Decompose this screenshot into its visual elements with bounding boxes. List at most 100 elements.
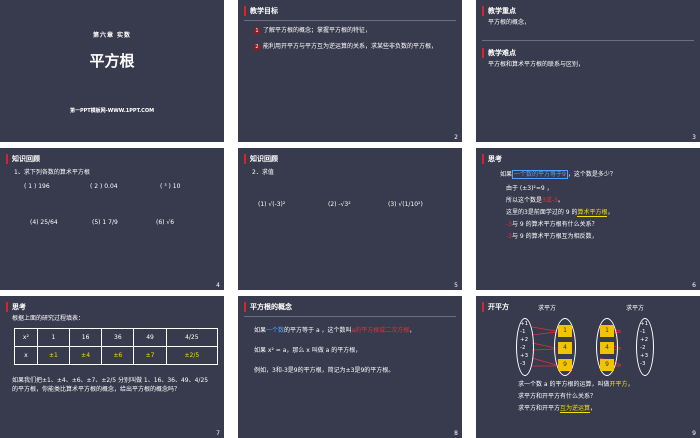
number: -1 <box>520 329 526 335</box>
text: ， <box>409 327 416 334</box>
table-cell: ±2/5 <box>165 346 219 365</box>
divider <box>244 316 456 317</box>
numbers-list-2: +1 -1 +2 -2 +3 -3 <box>640 320 648 368</box>
item-5: (5) 1 7/9 <box>92 219 118 226</box>
line-5: -3与 9 的算术平方根有什么关系？ <box>506 220 598 229</box>
result-box: 4 <box>558 342 572 354</box>
item-2: (2) -√3² <box>328 201 351 208</box>
slide-thumbnail-1[interactable]: 第六章 实数 平方根 第一PPT模板网-WWW.1PPT.COM <box>0 0 224 142</box>
slide-header: 知识回顾 <box>244 154 278 164</box>
slide-thumbnail-8[interactable]: 平方根的概念 如果一个数的平方等于 a ，这个数叫a的平方根或二次方根， 如果 … <box>238 296 462 438</box>
number: -3 <box>520 361 526 367</box>
text: ，这个数是多少？ <box>567 171 616 178</box>
line-1: 求一个数 a 的平方根的运算，叫做开平方， <box>518 380 634 389</box>
slide-header: 教学目标 <box>244 6 278 16</box>
table-cell: ±4 <box>68 346 103 365</box>
item-4: (4) 25/64 <box>30 219 58 226</box>
slide-number: 8 <box>454 430 458 437</box>
highlight: 一个数 <box>266 327 285 334</box>
highlight: 3或-3 <box>542 197 558 204</box>
slide-header: 平方根的概念 <box>244 302 292 312</box>
table-cell: 36 <box>101 328 135 347</box>
number: +3 <box>640 353 649 359</box>
text: ， <box>590 405 597 412</box>
question: 根据上面的研究过程填表： <box>12 315 85 322</box>
divider <box>482 40 694 41</box>
square-root-table: x² 1 16 36 49 4/25 x ±1 ±4 ±6 ±7 ±2/5 <box>14 328 219 365</box>
goal-1-text: 了解平方根的概念；掌握平方根的特征， <box>263 27 372 34</box>
slide-number: 2 <box>454 134 458 141</box>
item-6: (6) √6 <box>156 219 175 226</box>
result-box: 1 <box>600 325 614 337</box>
accent-bar <box>6 302 8 312</box>
example-line: 例如，3和-3是9的平方根，简记为±3是9的平方根。 <box>254 367 395 374</box>
highlight: 开平方 <box>609 381 628 388</box>
number: +2 <box>520 337 529 343</box>
text: 。 <box>557 197 564 204</box>
key-point: 平方根的概念， <box>488 19 531 26</box>
accent-bar <box>244 302 246 312</box>
line-1: 如果 一个数的平方等于9 ，这个数是多少？ <box>500 170 616 179</box>
slide-thumbnail-3[interactable]: 教学重点 平方根的概念， 教学难点 平方根和算术平方根的联系与区别， 3 <box>476 0 700 142</box>
header-text: 知识回顾 <box>12 155 40 163</box>
line-3: 所以这个数是3或-3。 <box>506 196 564 205</box>
slide-header: 思考 <box>482 154 502 164</box>
text: 这里的3是前面学过的 9 的 <box>506 209 578 216</box>
table-row: x² 1 16 36 49 4/25 <box>14 328 219 347</box>
item-1: (1) √(-3)² <box>258 201 286 208</box>
slide-number: 5 <box>454 282 458 289</box>
highlight: 互为逆运算 <box>560 405 591 413</box>
header-text: 知识回顾 <box>250 155 278 163</box>
header-text: 平方根的概念 <box>250 303 292 311</box>
slide-header-2: 教学难点 <box>482 48 516 58</box>
accent-bar <box>244 6 246 16</box>
slide-thumbnail-5[interactable]: 知识回顾 2．求值 (1) √(-3)² (2) -√3² (3) √(1/10… <box>238 148 462 290</box>
line-4: 这里的3是前面学过的 9 的算术平方根， <box>506 208 613 217</box>
text: 如果 <box>254 327 267 334</box>
table-cell: 1 <box>36 328 71 347</box>
definition: 如果一个数的平方等于 a ，这个数叫a的平方根或二次方根， <box>254 326 456 335</box>
accent-bar <box>482 48 484 58</box>
line-2: 求平方和开平方有什么关系？ <box>518 393 597 400</box>
accent-bar <box>482 154 484 164</box>
badge-1: 1 <box>254 27 260 34</box>
slide-thumbnail-9[interactable]: 开平方 求平方 求平方 +1 -1 +2 -2 +3 -3 1 4 9 1 4 … <box>476 296 700 438</box>
line-6: -3与 9 的算术平方根互为相反数， <box>506 232 598 241</box>
line-3: 求平方和开平方互为逆运算， <box>518 404 596 413</box>
number: +2 <box>640 337 649 343</box>
difficulty-point: 平方根和算术平方根的联系与区别， <box>488 61 585 68</box>
slide-thumbnail-2[interactable]: 教学目标 1 了解平方根的概念；掌握平方根的特征， 2 能利用开平方与平方互为逆运算… <box>238 0 462 142</box>
site-label: 第一PPT模板网-WWW.1PPT.COM <box>69 108 155 114</box>
accent-bar <box>6 154 8 164</box>
formula-line: 如果 x² = a，那么 x 叫做 a 的平方根， <box>254 347 362 354</box>
numbers-list-1: +1 -1 +2 -2 +3 -3 <box>520 320 528 368</box>
highlight: 算术平方根 <box>577 209 608 217</box>
slide-header: 知识回顾 <box>6 154 40 164</box>
text: 与 9 的算术平方根有什么关系？ <box>511 221 598 228</box>
slide-number: 9 <box>692 430 696 437</box>
header-text: 教学难点 <box>488 49 516 57</box>
chapter-label: 第六章 实数 <box>92 32 132 39</box>
line-2: 由于 (±3)²=9 ， <box>506 185 553 192</box>
highlight: 一个数的平方等于9 <box>512 170 568 179</box>
text: 求平方和开平方 <box>518 405 561 412</box>
table-cell: x <box>14 346 38 365</box>
table-cell: x² <box>14 328 38 347</box>
slide-number: 6 <box>692 282 696 289</box>
slide-thumbnail-6[interactable]: 思考 如果 一个数的平方等于9 ，这个数是多少？ 由于 (±3)²=9 ， 所以这个… <box>476 148 700 290</box>
slide-number: 4 <box>216 282 220 289</box>
table-cell: ±1 <box>36 346 71 365</box>
number: +1 <box>520 321 529 327</box>
slide-thumbnail-4[interactable]: 知识回顾 1、求下列各数的算术平方根 ( 1 ) 196 ( 2 ) 0.04 … <box>0 148 224 290</box>
slide-header: 思考 <box>6 302 26 312</box>
slide-thumbnail-7[interactable]: 思考 根据上面的研究过程填表： x² 1 16 36 49 4/25 x ±1 … <box>0 296 224 438</box>
slide-number: 3 <box>692 134 696 141</box>
item-3: ( ³ ) 10 <box>160 183 181 190</box>
header-text: 教学目标 <box>250 7 278 15</box>
table-cell: 16 <box>68 328 103 347</box>
divider <box>244 20 456 21</box>
question: 2．求值 <box>252 169 274 176</box>
goal-2: 2 能利用开平方与平方互为逆运算的关系，求某些非负数的平方根， <box>254 42 452 51</box>
result-box: 9 <box>600 359 614 371</box>
number: -2 <box>520 345 526 351</box>
